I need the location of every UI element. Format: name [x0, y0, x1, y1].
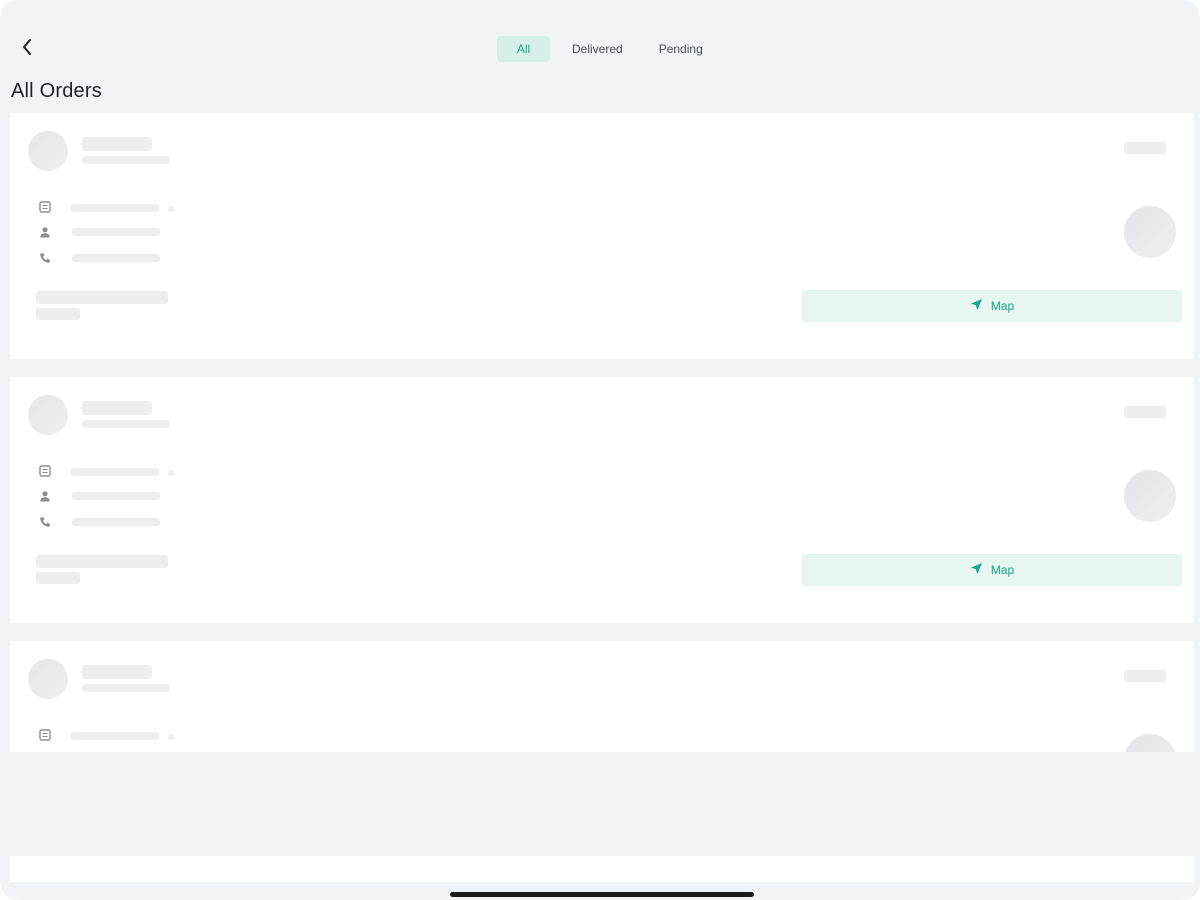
skeleton-order-id	[71, 204, 159, 212]
order-filter-tabs: All Delivered Pending	[497, 36, 721, 62]
skeleton-status	[1124, 670, 1166, 682]
driver-avatar-placeholder	[1124, 470, 1176, 522]
top-bar: All Delivered Pending	[0, 0, 1200, 78]
receipt-icon	[38, 200, 52, 214]
skeleton-copy	[168, 206, 174, 212]
skeleton-phone	[72, 254, 160, 262]
skeleton-subtitle	[82, 684, 170, 692]
skeleton-address	[36, 291, 168, 304]
skeleton-phone	[72, 518, 160, 526]
bottom-panel	[10, 856, 1194, 882]
app-screen: All Delivered Pending All Orders Map Map	[0, 0, 1200, 900]
order-card[interactable]	[10, 641, 1194, 752]
customer-avatar-placeholder	[28, 131, 68, 171]
tab-delivered[interactable]: Delivered	[554, 36, 641, 62]
page-title: All Orders	[11, 80, 102, 102]
skeleton-order-id	[71, 468, 159, 476]
person-icon	[38, 225, 52, 239]
skeleton-name	[82, 665, 152, 679]
map-button[interactable]: Map	[802, 554, 1182, 586]
person-icon	[38, 489, 52, 503]
map-button-label: Map	[990, 299, 1015, 313]
skeleton-subtitle	[82, 420, 170, 428]
map-button-label: Map	[990, 563, 1015, 577]
skeleton-status	[1124, 142, 1166, 154]
order-card[interactable]: Map	[10, 113, 1194, 359]
driver-avatar-placeholder	[1124, 206, 1176, 258]
order-card[interactable]: Map	[10, 377, 1194, 623]
home-indicator[interactable]	[450, 892, 754, 897]
skeleton-amount	[36, 308, 80, 320]
skeleton-amount	[36, 572, 80, 584]
skeleton-order-id	[71, 732, 159, 740]
phone-icon	[38, 251, 52, 265]
navigation-arrow-icon	[970, 562, 983, 578]
skeleton-subtitle	[82, 156, 170, 164]
skeleton-name	[82, 137, 152, 151]
receipt-icon	[38, 464, 52, 478]
customer-avatar-placeholder	[28, 659, 68, 699]
phone-icon	[38, 515, 52, 529]
skeleton-copy	[168, 470, 174, 476]
chevron-left-icon	[21, 38, 33, 61]
map-button[interactable]: Map	[802, 290, 1182, 322]
skeleton-name	[82, 401, 152, 415]
receipt-icon	[38, 728, 52, 742]
customer-avatar-placeholder	[28, 395, 68, 435]
driver-avatar-placeholder	[1124, 734, 1176, 752]
back-button[interactable]	[14, 36, 40, 62]
skeleton-copy	[168, 734, 174, 740]
skeleton-address	[36, 555, 168, 568]
skeleton-status	[1124, 406, 1166, 418]
navigation-arrow-icon	[970, 298, 983, 314]
skeleton-customer	[72, 492, 160, 500]
skeleton-customer	[72, 228, 160, 236]
tab-pending[interactable]: Pending	[641, 36, 721, 62]
tab-all[interactable]: All	[497, 36, 550, 62]
